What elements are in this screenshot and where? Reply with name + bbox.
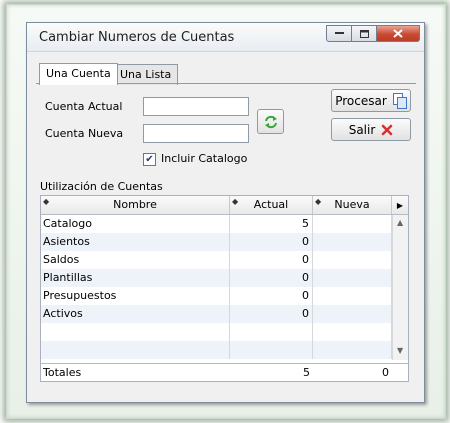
maximize-icon — [359, 29, 369, 38]
sort-icon: ◆ — [43, 197, 50, 206]
scroll-down-icon[interactable]: ▼ — [397, 346, 403, 355]
close-icon — [393, 29, 403, 38]
cell-actual: 0 — [230, 305, 313, 323]
cell-nombre: Catalogo — [41, 215, 230, 233]
cell-nombre: Asientos — [41, 233, 230, 251]
window-title: Cambiar Numeros de Cuentas — [39, 30, 235, 45]
totals-label: Totales — [43, 366, 82, 379]
cuenta-actual-label: Cuenta Actual — [45, 100, 123, 113]
swap-accounts-button[interactable] — [257, 109, 284, 134]
cell-nombre: Activos — [41, 305, 230, 323]
totals-row: Totales 5 0 — [41, 363, 408, 381]
vertical-scrollbar[interactable]: ▲ ▼ — [392, 215, 408, 360]
cell-nombre: Saldos — [41, 251, 230, 269]
column-label: Actual — [253, 198, 289, 211]
utilizacion-label: Utilización de Cuentas — [40, 180, 163, 193]
column-label: Nueva — [334, 198, 370, 211]
cell-nueva — [313, 323, 392, 341]
cell-nombre — [41, 341, 230, 359]
table-row[interactable]: Presupuestos 0 — [41, 287, 392, 305]
red-x-icon — [382, 124, 393, 135]
table-row-empty — [41, 341, 392, 359]
scroll-up-icon[interactable]: ▲ — [397, 218, 403, 227]
cell-nombre — [41, 323, 230, 341]
cell-nombre: Presupuestos — [41, 287, 230, 305]
table-row[interactable]: Saldos 0 — [41, 251, 392, 269]
cuentas-table: ◆ Nombre ◆ Actual ◆ Nueva ▶ Catalogo 5 A… — [40, 195, 409, 382]
cell-actual: 5 — [230, 215, 313, 233]
table-row[interactable]: Plantillas 0 — [41, 269, 392, 287]
table-header: ◆ Nombre ◆ Actual ◆ Nueva ▶ — [41, 196, 408, 215]
procesar-label: Procesar — [335, 93, 387, 108]
checkmark-icon: ✔ — [145, 153, 154, 165]
cell-actual — [230, 341, 313, 359]
cell-nueva — [313, 233, 392, 251]
tab-una-lista[interactable]: Una Lista — [113, 64, 179, 85]
sort-icon: ◆ — [232, 197, 239, 206]
totals-actual: 5 — [303, 366, 310, 379]
cuenta-actual-input[interactable] — [143, 97, 249, 116]
cell-nueva — [313, 341, 392, 359]
minimize-button[interactable] — [326, 25, 352, 42]
column-header-nombre[interactable]: ◆ Nombre — [41, 196, 230, 214]
cell-actual: 0 — [230, 287, 313, 305]
cell-nueva — [313, 287, 392, 305]
column-scroll-button[interactable]: ▶ — [392, 196, 408, 214]
cell-nueva — [313, 215, 392, 233]
cuenta-nueva-input[interactable] — [143, 124, 249, 143]
table-row-empty — [41, 323, 392, 341]
cell-actual: 0 — [230, 251, 313, 269]
minimize-icon — [334, 32, 344, 34]
dialog-window: Cambiar Numeros de Cuentas Una Cuenta Un… — [26, 22, 425, 403]
cuenta-nueva-label: Cuenta Nueva — [45, 127, 124, 140]
close-button[interactable] — [377, 25, 420, 42]
cell-actual: 0 — [230, 269, 313, 287]
cell-nueva — [313, 251, 392, 269]
column-header-actual[interactable]: ◆ Actual — [230, 196, 313, 214]
document-copy-icon — [392, 92, 407, 109]
tab-label: Una Lista — [120, 68, 172, 81]
cell-nueva — [313, 269, 392, 287]
incluir-catalogo-label: Incluir Catalogo — [161, 152, 248, 165]
cell-nueva — [313, 305, 392, 323]
procesar-button[interactable]: Procesar — [331, 89, 411, 112]
cell-actual — [230, 323, 313, 341]
sort-icon: ◆ — [315, 197, 322, 206]
incluir-catalogo-checkbox[interactable]: ✔ — [143, 153, 156, 166]
column-header-nueva[interactable]: ◆ Nueva — [313, 196, 392, 214]
chevron-right-icon: ▶ — [396, 201, 404, 210]
cell-actual: 0 — [230, 233, 313, 251]
table-row[interactable]: Catalogo 5 — [41, 215, 392, 233]
window-controls — [326, 25, 420, 42]
tab-label: Una Cuenta — [46, 67, 111, 80]
totals-nueva: 0 — [382, 366, 389, 379]
tab-una-cuenta[interactable]: Una Cuenta — [39, 63, 118, 85]
salir-label: Salir — [348, 122, 376, 137]
column-label: Nombre — [113, 198, 157, 211]
title-bar[interactable]: Cambiar Numeros de Cuentas — [27, 23, 424, 52]
table-row[interactable]: Asientos 0 — [41, 233, 392, 251]
maximize-button[interactable] — [352, 25, 377, 42]
swap-arrows-icon — [264, 115, 277, 128]
cell-nombre: Plantillas — [41, 269, 230, 287]
salir-button[interactable]: Salir — [331, 118, 411, 141]
table-row[interactable]: Activos 0 — [41, 305, 392, 323]
